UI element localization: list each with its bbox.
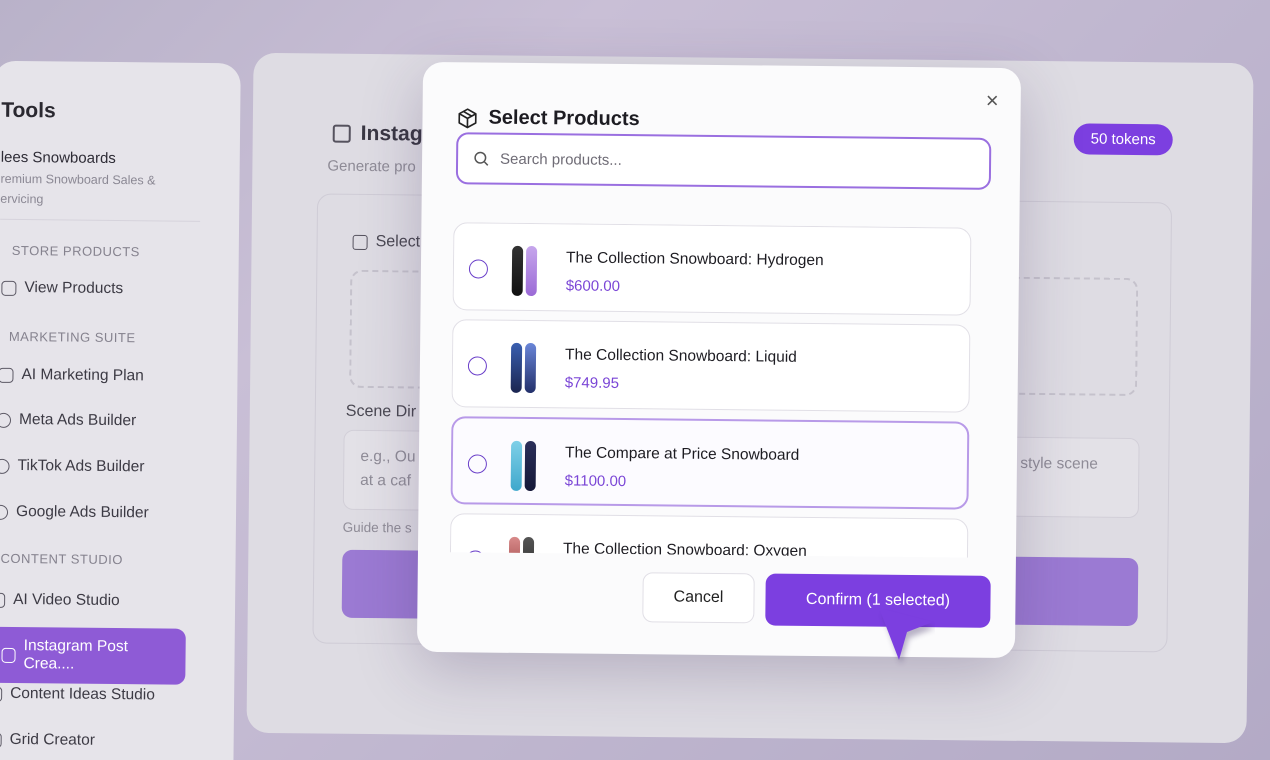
box-icon bbox=[1, 280, 17, 296]
product-thumbnail bbox=[508, 536, 542, 558]
sidebar-item-content-ideas[interactable]: Content Ideas Studio bbox=[0, 685, 155, 705]
product-thumbnail bbox=[510, 342, 544, 394]
search-field[interactable] bbox=[455, 132, 992, 190]
product-price: $1100.00 bbox=[564, 472, 627, 491]
page-subtitle: Generate pro bbox=[327, 157, 416, 176]
product-list: The Collection Snowboard: Hydrogen $600.… bbox=[449, 222, 975, 558]
product-name: The Collection Snowboard: Hydrogen bbox=[565, 249, 824, 270]
box-icon bbox=[352, 234, 368, 250]
sidebar-item-ai-video[interactable]: AI Video Studio bbox=[0, 591, 120, 610]
sidebar-divider bbox=[0, 218, 201, 222]
section-store-products: STORE PRODUCTS bbox=[11, 242, 140, 260]
pointer-cursor-icon bbox=[879, 608, 935, 664]
image-icon bbox=[1, 647, 16, 663]
product-thumbnail bbox=[511, 245, 545, 297]
sidebar-item-label: Google Ads Builder bbox=[15, 502, 149, 522]
box-icon bbox=[458, 107, 477, 128]
product-item[interactable]: The Collection Snowboard: Hydrogen $600.… bbox=[452, 222, 972, 316]
product-name: The Collection Snowboard: Oxygen bbox=[562, 540, 807, 558]
video-icon bbox=[0, 592, 6, 608]
store-tagline: remium Snowboard Sales & ervicing bbox=[0, 171, 156, 207]
sidebar: Tools lees Snowboards remium Snowboard S… bbox=[0, 60, 241, 760]
product-radio[interactable] bbox=[467, 356, 488, 376]
sidebar-item-label: Meta Ads Builder bbox=[18, 411, 137, 430]
page-title: Instagr bbox=[332, 122, 431, 147]
section-content-studio: CONTENT STUDIO bbox=[0, 550, 123, 568]
image-icon bbox=[332, 124, 351, 143]
product-radio[interactable] bbox=[468, 259, 489, 279]
scene-guide-text: Guide the s bbox=[342, 519, 412, 536]
product-item[interactable]: The Collection Snowboard: Oxygen bbox=[449, 513, 969, 558]
product-name: The Compare at Price Snowboard bbox=[564, 444, 800, 464]
select-products-modal: Select Products × The Collection Snowboa… bbox=[416, 61, 1022, 659]
sidebar-title: Tools bbox=[1, 98, 56, 123]
tokens-badge: 50 tokens bbox=[1073, 123, 1173, 156]
product-price: $749.95 bbox=[564, 374, 620, 392]
sidebar-item-label: TikTok Ads Builder bbox=[17, 456, 145, 476]
sidebar-item-view-products[interactable]: View Products bbox=[1, 279, 123, 298]
select-product-label: Select bbox=[352, 233, 420, 252]
sidebar-item-label: Grid Creator bbox=[9, 730, 96, 749]
globe-icon bbox=[0, 504, 9, 520]
section-marketing-suite: MARKETING SUITE bbox=[8, 328, 136, 346]
search-input[interactable] bbox=[500, 150, 961, 173]
modal-title: Select Products bbox=[456, 106, 640, 131]
sidebar-item-meta-ads[interactable]: Meta Ads Builder bbox=[0, 411, 136, 430]
sidebar-item-ai-marketing-plan[interactable]: AI Marketing Plan bbox=[0, 366, 144, 386]
product-name: The Collection Snowboard: Liquid bbox=[564, 346, 797, 366]
product-radio[interactable] bbox=[465, 550, 485, 558]
close-icon[interactable]: × bbox=[986, 88, 999, 113]
lightbulb-icon bbox=[0, 686, 3, 702]
calendar-icon bbox=[0, 367, 14, 383]
sidebar-item-label: AI Marketing Plan bbox=[21, 366, 144, 385]
sidebar-item-label: View Products bbox=[24, 279, 124, 298]
sidebar-item-label: Content Ideas Studio bbox=[10, 684, 156, 704]
target-icon bbox=[0, 412, 12, 428]
cancel-button[interactable]: Cancel bbox=[642, 572, 755, 624]
search-icon bbox=[474, 151, 489, 166]
product-radio[interactable] bbox=[467, 454, 487, 474]
sidebar-item-label: AI Video Studio bbox=[13, 590, 120, 610]
sidebar-item-tiktok-ads[interactable]: TikTok Ads Builder bbox=[0, 457, 145, 477]
scene-direction-label: Scene Dir bbox=[345, 402, 417, 421]
product-item[interactable]: The Collection Snowboard: Liquid $749.95 bbox=[451, 319, 971, 413]
product-price: $600.00 bbox=[565, 277, 621, 295]
sidebar-item-label: Instagram Post Crea.... bbox=[23, 637, 129, 673]
target-icon bbox=[0, 458, 10, 474]
sidebar-item-instagram[interactable]: Instagram Post Crea.... bbox=[0, 626, 186, 685]
grid-icon bbox=[0, 732, 2, 748]
product-item-selected[interactable]: The Compare at Price Snowboard $1100.00 bbox=[450, 416, 970, 510]
product-thumbnail bbox=[510, 440, 544, 492]
store-name: lees Snowboards bbox=[0, 148, 116, 168]
sidebar-item-google-ads[interactable]: Google Ads Builder bbox=[0, 503, 149, 523]
sidebar-item-grid-creator[interactable]: Grid Creator bbox=[0, 731, 95, 750]
